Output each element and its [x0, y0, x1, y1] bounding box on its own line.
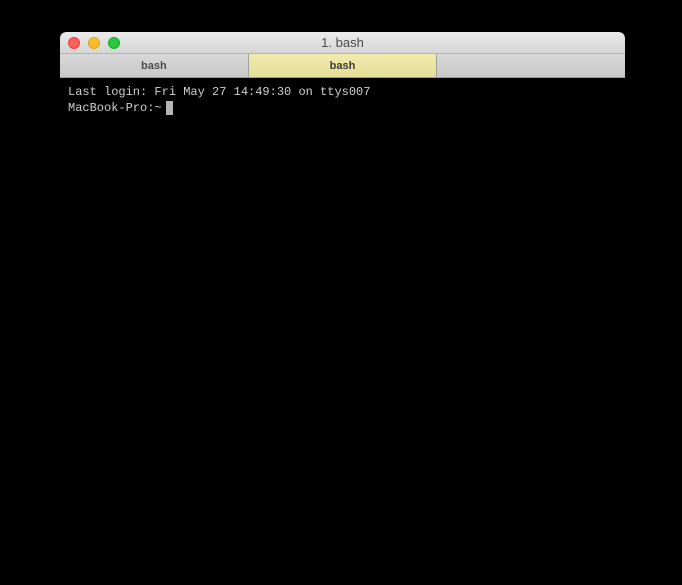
tab-empty[interactable] [437, 54, 625, 77]
tab-label: bash [330, 60, 356, 72]
tab-bash-2[interactable]: bash [249, 54, 438, 77]
terminal-content[interactable]: Last login: Fri May 27 14:49:30 on ttys0… [60, 78, 625, 470]
traffic-lights [60, 37, 120, 49]
prompt-text: MacBook-Pro:~ [68, 100, 162, 116]
window-title: 1. bash [60, 35, 625, 50]
zoom-icon[interactable] [108, 37, 120, 49]
cursor-icon [166, 101, 173, 115]
close-icon[interactable] [68, 37, 80, 49]
tab-bar: bash bash [60, 54, 625, 78]
title-bar[interactable]: 1. bash [60, 32, 625, 54]
last-login-line: Last login: Fri May 27 14:49:30 on ttys0… [68, 84, 617, 100]
prompt-line: MacBook-Pro:~ [68, 100, 617, 116]
minimize-icon[interactable] [88, 37, 100, 49]
tab-label: bash [141, 60, 167, 72]
terminal-window: 1. bash bash bash Last login: Fri May 27… [60, 32, 625, 470]
tab-bash-1[interactable]: bash [60, 54, 249, 77]
